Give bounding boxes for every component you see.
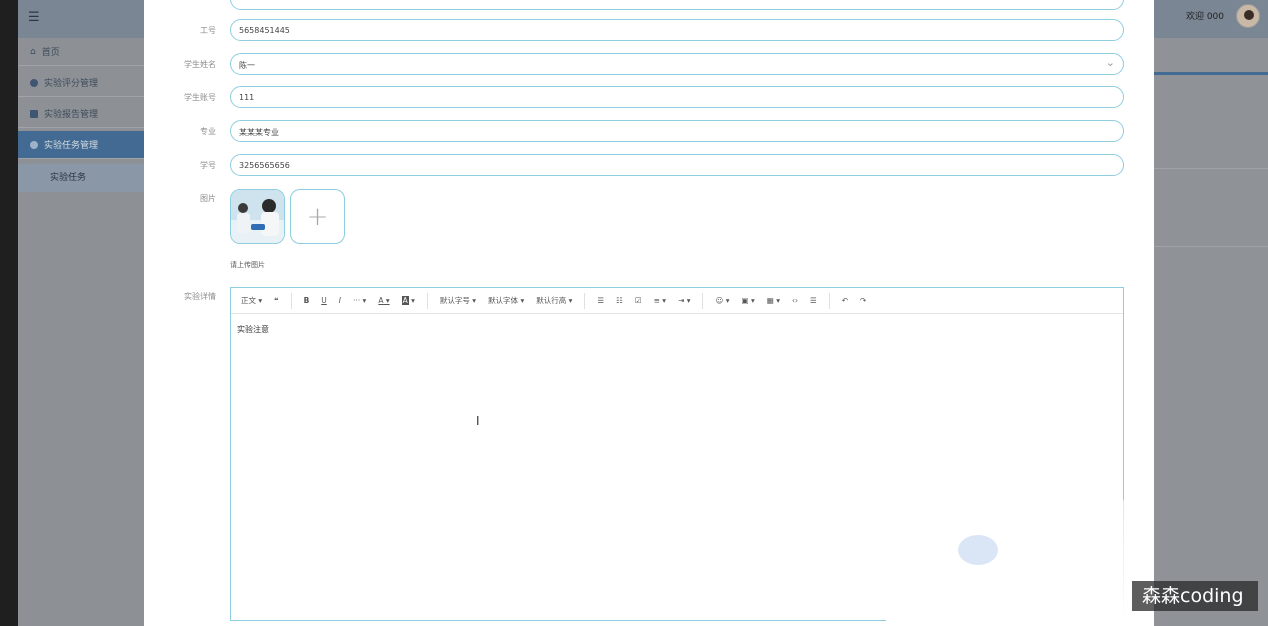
sidebar-item-label: 首页 <box>41 48 60 58</box>
quote-icon[interactable]: ❝ <box>274 296 278 305</box>
font-family-dropdown[interactable]: 默认字体 ▾ <box>488 295 524 306</box>
sidebar: ⌂ 首页 实验评分管理 实验报告管理 实验任务管理 实验任务 <box>18 38 144 626</box>
line-height-dropdown[interactable]: 默认行高 ▾ <box>536 295 572 306</box>
watermark: 森森coding <box>1132 581 1258 611</box>
select-value: 陈一 <box>239 61 255 70</box>
divider <box>828 292 830 309</box>
sidebar-item-label: 实验评分管理 <box>44 79 99 89</box>
upload-hint: 请上传图片 <box>230 261 265 269</box>
staff-id-input[interactable]: 5658451445 <box>230 19 1124 41</box>
hamburger-menu-icon[interactable]: ☰ <box>28 10 40 25</box>
field-label: 学生姓名 <box>184 60 216 69</box>
numbered-list-icon[interactable]: ☷ <box>616 296 623 305</box>
field-label: 学生账号 <box>184 93 216 102</box>
task-icon <box>30 140 38 149</box>
bold-icon[interactable]: B <box>304 296 310 305</box>
font-size-dropdown[interactable]: 默认字号 ▾ <box>440 295 476 306</box>
home-icon: ⌂ <box>30 46 36 57</box>
align-dropdown[interactable]: ≡ ▾ <box>654 296 666 305</box>
more-dropdown[interactable]: ··· ▾ <box>353 296 366 305</box>
image-dropdown[interactable]: ▣ ▾ <box>741 296 754 305</box>
redo-icon[interactable]: ↷ <box>860 296 866 305</box>
indent-dropdown[interactable]: ⇥ ▾ <box>678 296 690 305</box>
sidebar-item-reports[interactable]: 实验报告管理 <box>18 100 144 128</box>
partial-input[interactable] <box>230 0 1124 10</box>
add-image-button[interactable]: + <box>290 189 345 244</box>
lab-photo-icon <box>231 190 284 243</box>
content-background <box>1154 38 1268 626</box>
field-label: 学号 <box>200 161 216 170</box>
sidebar-item-scoring[interactable]: 实验评分管理 <box>18 69 144 97</box>
avatar[interactable] <box>1236 4 1260 28</box>
major-input[interactable]: 某某某专业 <box>230 120 1124 142</box>
divider-line-icon[interactable]: ☰ <box>810 296 817 305</box>
text-cursor-icon: I <box>476 414 480 428</box>
book-icon <box>30 109 38 118</box>
form-row-student-account: 学生账号 111 <box>144 86 1154 110</box>
italic-icon[interactable]: I <box>339 296 341 305</box>
form-row-major: 专业 某某某专业 <box>144 120 1154 144</box>
detail-label: 实验详情 <box>184 292 216 301</box>
uploaded-image[interactable] <box>230 189 285 244</box>
sidebar-subitem-tasks[interactable]: 实验任务 <box>18 164 144 192</box>
bullet-list-icon[interactable]: ☰ <box>597 296 604 305</box>
sidebar-item-tasks[interactable]: 实验任务管理 <box>18 131 144 159</box>
undo-icon[interactable]: ↶ <box>842 296 848 305</box>
plus-icon: + <box>306 201 329 232</box>
circle-icon <box>30 78 38 87</box>
divider <box>426 292 428 309</box>
field-label: 专业 <box>200 127 216 136</box>
field-label: 工号 <box>200 26 216 35</box>
divider <box>290 292 292 309</box>
student-name-select[interactable]: 陈一 <box>230 53 1124 75</box>
divider <box>702 292 704 309</box>
paragraph-style-dropdown[interactable]: 正文 ▾ <box>241 295 262 306</box>
todo-icon[interactable]: ☑ <box>635 296 642 305</box>
form-row-partial <box>144 0 1154 12</box>
blurred-overlay <box>886 500 1154 626</box>
form-row-staff-id: 工号 5658451445 <box>144 19 1154 43</box>
divider <box>584 292 586 309</box>
sidebar-item-home[interactable]: ⌂ 首页 <box>18 38 144 66</box>
background-color-icon[interactable]: A ▾ <box>401 296 415 305</box>
sidebar-item-label: 实验报告管理 <box>44 110 99 120</box>
emoji-dropdown[interactable]: ☺ ▾ <box>715 296 729 305</box>
underline-icon[interactable]: U <box>321 296 327 305</box>
sidebar-item-label: 实验任务管理 <box>44 141 99 151</box>
blurred-logo <box>958 535 998 565</box>
divider <box>1154 168 1268 169</box>
form-row-student-number: 学号 3256565656 <box>144 154 1154 178</box>
tab-underline <box>1154 72 1268 75</box>
divider <box>1154 246 1268 247</box>
code-icon[interactable]: ‹› <box>792 296 798 305</box>
student-number-input[interactable]: 3256565656 <box>230 154 1124 176</box>
welcome-text: 欢迎 000 <box>1185 12 1224 22</box>
image-label: 图片 <box>200 194 216 203</box>
student-account-input[interactable]: 111 <box>230 86 1124 108</box>
editor-toolbar: 正文 ▾ ❝ B U I ··· ▾ A ▾ A ▾ 默认字号 ▾ 默认字体 ▾… <box>231 288 1123 314</box>
editor-content[interactable]: 实验注意 <box>237 324 269 335</box>
font-color-icon[interactable]: A ▾ <box>378 296 389 305</box>
form-row-student-name: 学生姓名 陈一 <box>144 53 1154 77</box>
table-dropdown[interactable]: ▦ ▾ <box>767 296 780 305</box>
